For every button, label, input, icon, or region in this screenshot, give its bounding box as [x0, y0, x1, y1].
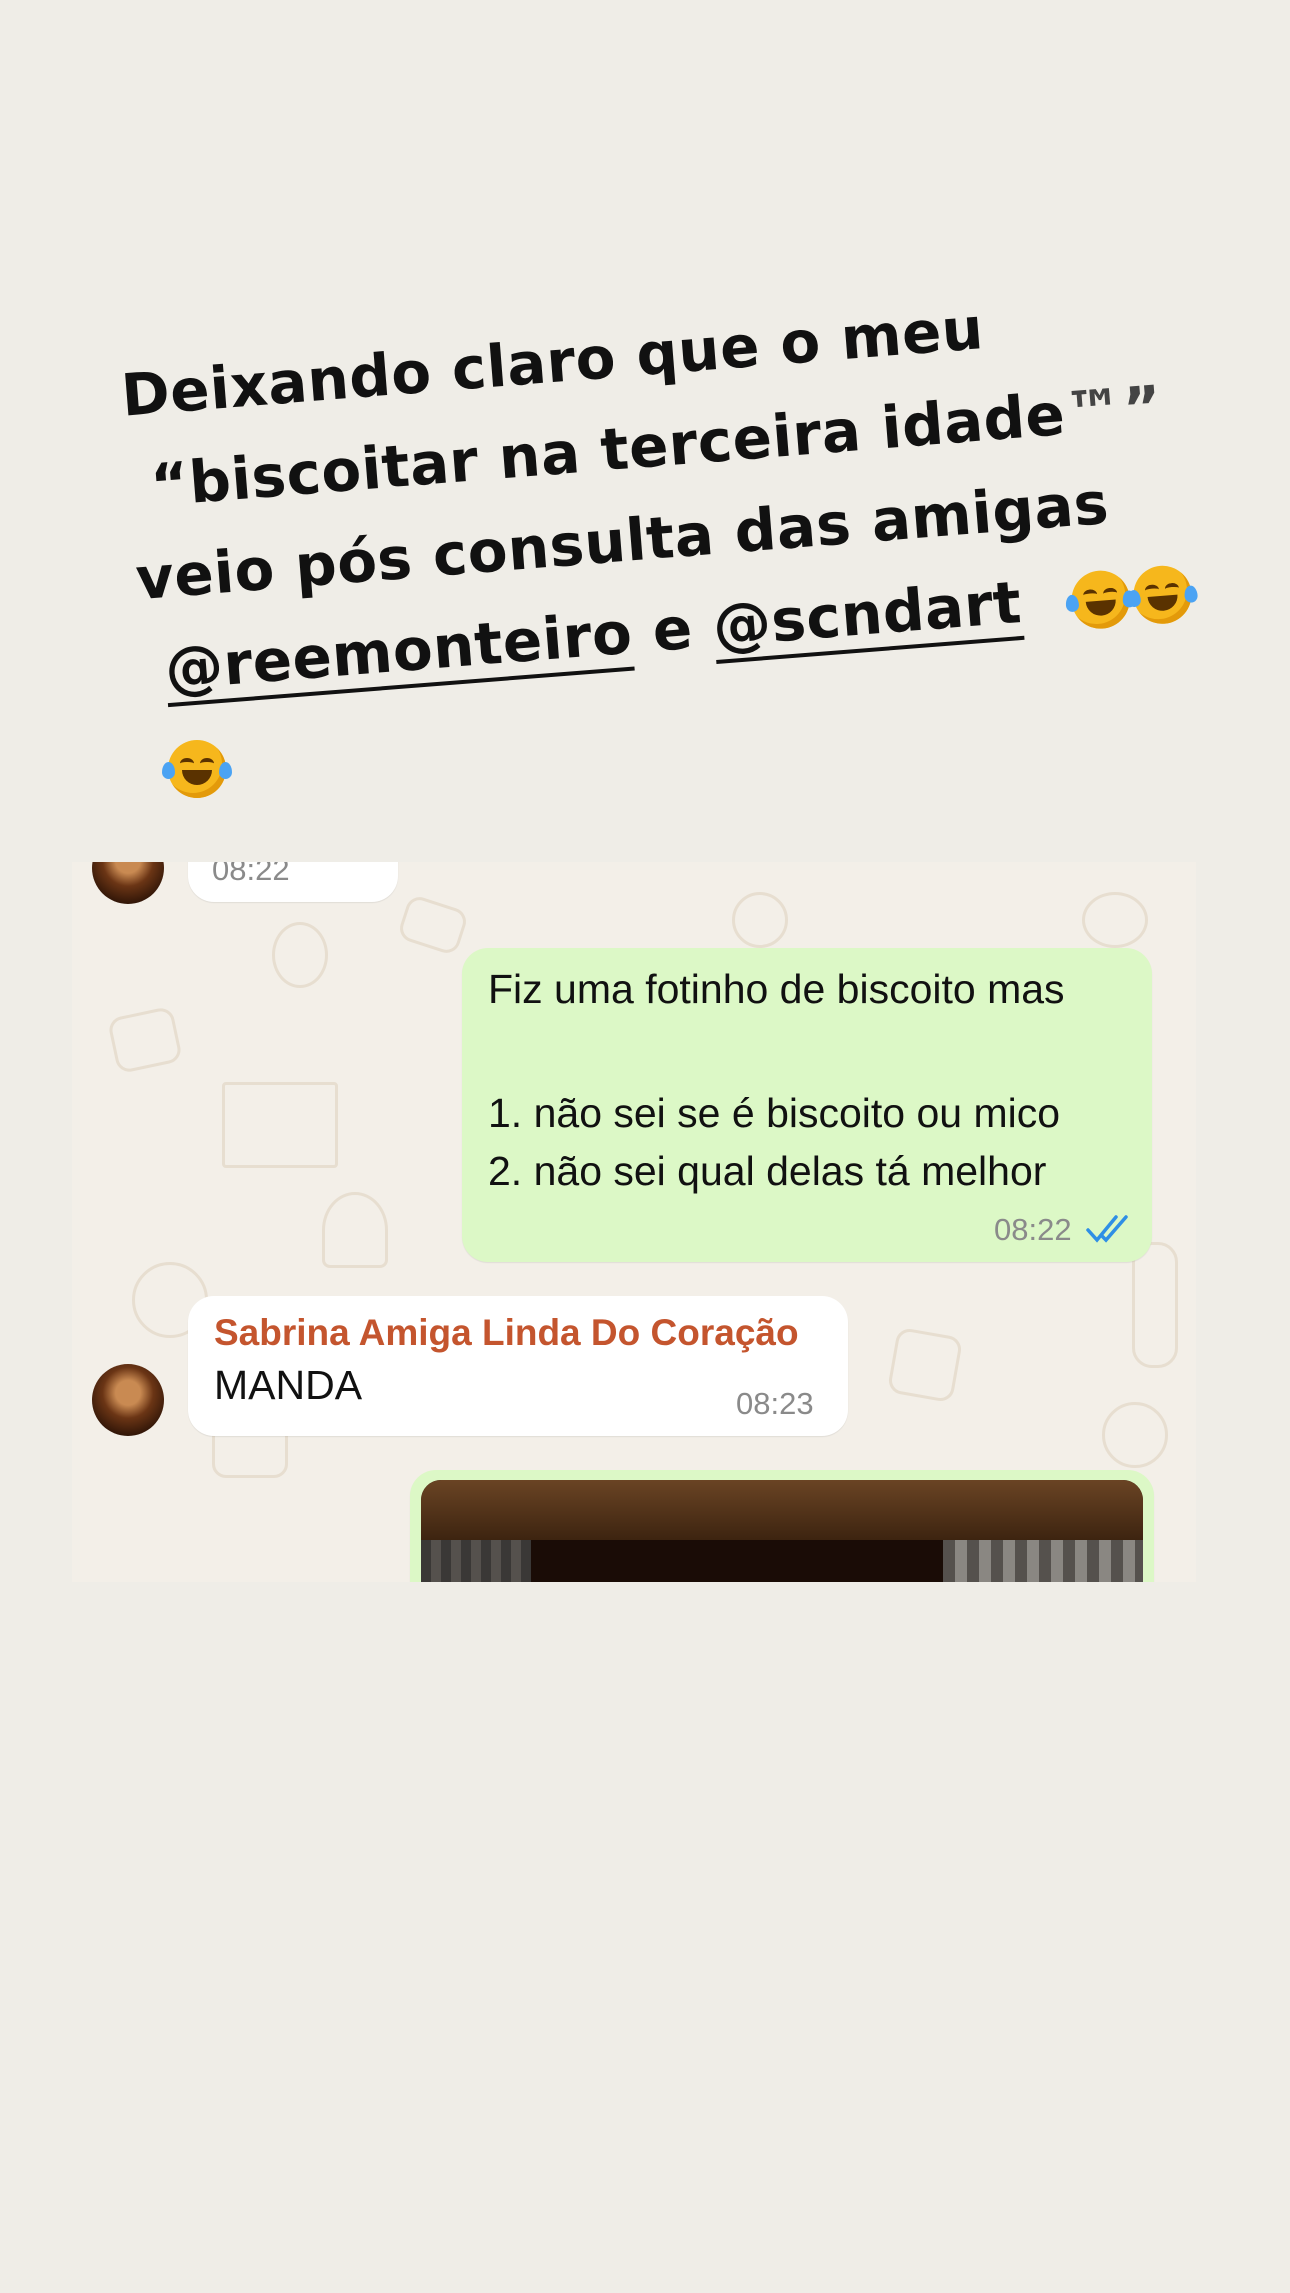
previous-message-bubble: 08:22 [188, 862, 398, 902]
outgoing-message-line-2: 1. não sei se é biscoito ou mico [488, 1090, 1061, 1136]
sender-name[interactable]: Sabrina Amiga Linda Do Coração [214, 1312, 799, 1354]
mention-scndart[interactable]: @scndart [710, 568, 1025, 665]
story-caption: Deixando claro que o meu “biscoitar na t… [118, 272, 1199, 717]
tears-of-joy-emoji-icon [1065, 568, 1137, 631]
wallpaper-doodle [396, 893, 470, 957]
chat-screenshot: 08:22 Fiz uma fotinho de biscoito mas 1.… [72, 862, 1196, 1582]
wallpaper-doodle [222, 1082, 338, 1168]
wallpaper-doodle [732, 892, 788, 948]
message-time: 08:23 [736, 1386, 814, 1421]
outgoing-message-line-3: 2. não sei qual delas tá melhor [488, 1148, 1047, 1194]
sender-avatar[interactable] [92, 1364, 164, 1436]
message-time: 08:22 [994, 1212, 1072, 1247]
trademark-symbol: ™” [1062, 372, 1165, 448]
outgoing-message-bubble[interactable]: Fiz uma fotinho de biscoito mas 1. não s… [462, 948, 1152, 1262]
wallpaper-doodle [1102, 1402, 1168, 1468]
biscuit-photo[interactable] [421, 1480, 1143, 1582]
tears-of-joy-emoji-icon [1127, 563, 1199, 626]
wallpaper-doodle [1082, 892, 1148, 948]
tears-of-joy-emoji-icon [162, 740, 232, 798]
double-check-read-icon [1086, 1215, 1128, 1243]
wallpaper-doodle [886, 1326, 964, 1404]
message-time: 08:22 [212, 862, 290, 887]
incoming-message-bubble[interactable]: Sabrina Amiga Linda Do Coração MANDA 08:… [188, 1296, 848, 1436]
incoming-message-text: MANDA [214, 1362, 363, 1408]
caption-connector: e [649, 593, 696, 665]
contact-avatar[interactable] [92, 862, 164, 904]
wallpaper-doodle [1132, 1242, 1178, 1368]
wallpaper-doodle [322, 1192, 388, 1268]
outgoing-message-line-1: Fiz uma fotinho de biscoito mas [488, 966, 1065, 1012]
wallpaper-doodle [106, 1005, 184, 1075]
wallpaper-doodle [272, 922, 328, 988]
